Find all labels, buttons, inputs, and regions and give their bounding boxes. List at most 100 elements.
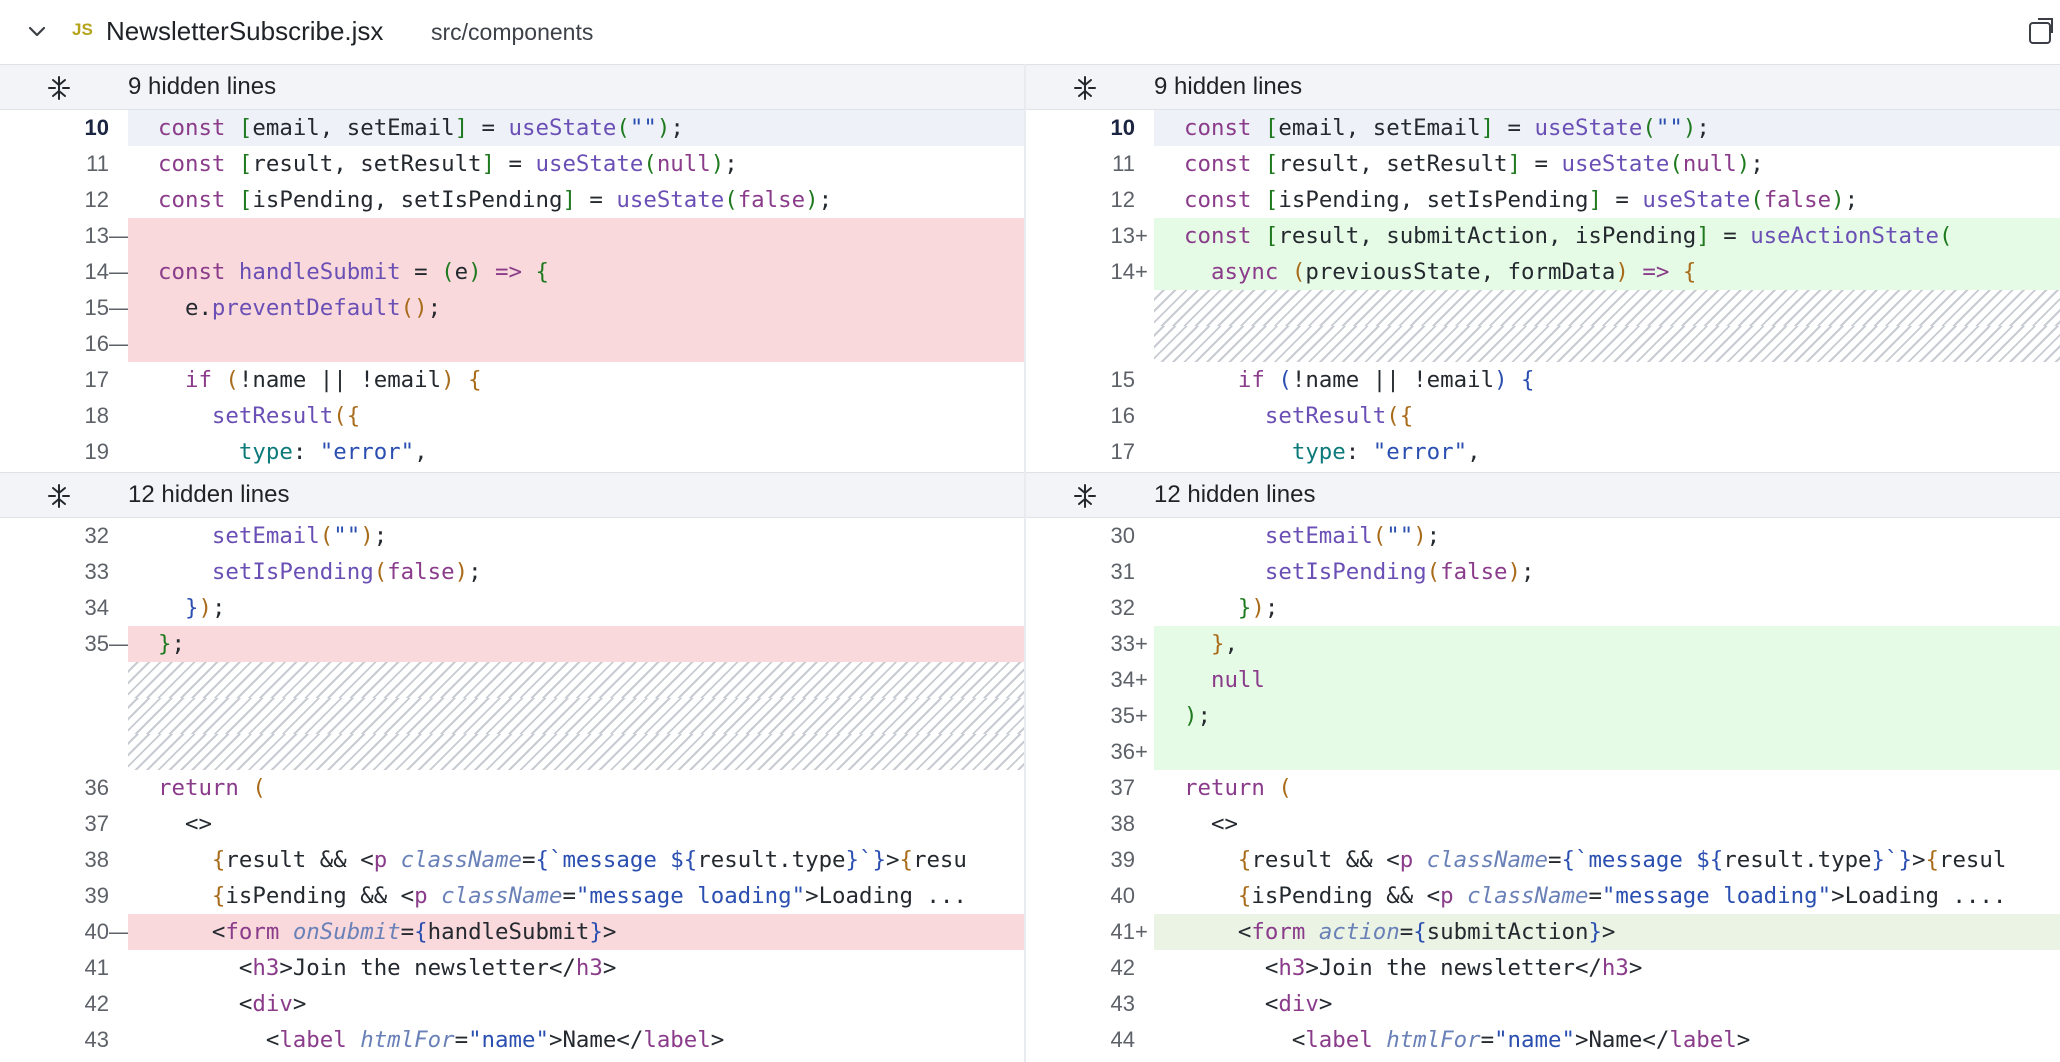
line-gutter[interactable]: 41 + <box>1026 914 1153 950</box>
line-gutter[interactable]: 15 <box>1026 362 1153 398</box>
code-text[interactable]: const [result, submitAction, isPending] … <box>1154 218 2060 254</box>
line-gutter[interactable]: 43 <box>1026 986 1153 1022</box>
hidden-lines-label[interactable]: 9 hidden lines <box>128 65 276 109</box>
hidden-lines-bar[interactable]: 9 hidden lines <box>1026 64 2060 110</box>
diff-pane-original[interactable]: 9 hidden lines 10 const [email, setEmail] … <box>0 64 1026 1062</box>
line-gutter[interactable]: 17 <box>0 362 127 398</box>
empty-filler[interactable] <box>1154 290 2060 326</box>
expand-hidden-lines-icon[interactable] <box>1072 75 1098 101</box>
line-gutter[interactable]: 40— <box>0 914 131 950</box>
line-gutter[interactable]: 32 <box>0 518 127 554</box>
code-text[interactable] <box>128 326 1024 362</box>
hidden-lines-label[interactable]: 12 hidden lines <box>1154 473 1315 517</box>
empty-filler[interactable] <box>1154 326 2060 362</box>
code-text[interactable]: const [isPending, setIsPending] = useSta… <box>128 182 1024 218</box>
expand-hidden-lines-icon[interactable] <box>46 483 72 509</box>
code-text[interactable]: <div> <box>128 986 1024 1022</box>
code-text[interactable]: type: "error", <box>1154 434 2060 470</box>
line-gutter[interactable]: 14— <box>0 254 131 290</box>
code-text[interactable]: if (!name || !email) { <box>128 362 1024 398</box>
line-gutter[interactable]: 39 <box>1026 842 1153 878</box>
line-gutter[interactable]: 34 + <box>1026 662 1153 698</box>
code-text[interactable]: }); <box>1154 590 2060 626</box>
code-text[interactable]: null <box>1154 662 2060 698</box>
code-text[interactable]: }, <box>1154 626 2060 662</box>
code-text[interactable]: {isPending && <p className="message load… <box>128 878 1024 914</box>
line-gutter[interactable]: 33 + <box>1026 626 1153 662</box>
code-text[interactable]: setResult({ <box>128 398 1024 434</box>
code-text[interactable]: <h3>Join the newsletter</h3> <box>1154 950 2060 986</box>
line-gutter[interactable]: 13 + <box>1026 218 1153 254</box>
line-gutter[interactable]: 17 <box>1026 434 1153 470</box>
code-text[interactable]: }; <box>128 626 1024 662</box>
code-text[interactable]: const [result, setResult] = useState(nul… <box>1154 146 2060 182</box>
line-gutter[interactable]: 44 <box>1026 1022 1153 1058</box>
code-text[interactable]: return ( <box>128 770 1024 806</box>
code-text[interactable]: setResult({ <box>1154 398 2060 434</box>
code-text[interactable]: setEmail(""); <box>1154 518 2060 554</box>
line-gutter[interactable] <box>0 698 127 734</box>
line-gutter[interactable] <box>1026 326 1153 362</box>
hidden-lines-label[interactable]: 9 hidden lines <box>1154 65 1302 109</box>
empty-filler[interactable] <box>128 698 1024 734</box>
code-text[interactable]: <> <box>1154 806 2060 842</box>
code-text[interactable]: {result && <p className={`message ${resu… <box>1154 842 2060 878</box>
code-text[interactable]: e.preventDefault(); <box>128 290 1024 326</box>
code-text[interactable]: async (previousState, formData) => { <box>1154 254 2060 290</box>
code-text[interactable]: <form onSubmit={handleSubmit}> <box>128 914 1024 950</box>
empty-filler[interactable] <box>128 662 1024 698</box>
code-text[interactable]: <label htmlFor="name">Name</label> <box>128 1022 1024 1058</box>
line-gutter[interactable]: 39 <box>0 878 127 914</box>
line-gutter[interactable]: 38 <box>1026 806 1153 842</box>
line-gutter[interactable]: 41 <box>0 950 127 986</box>
code-text[interactable]: const [isPending, setIsPending] = useSta… <box>1154 182 2060 218</box>
line-gutter[interactable]: 30 <box>1026 518 1153 554</box>
expand-hidden-lines-icon[interactable] <box>46 75 72 101</box>
line-gutter[interactable]: 38 <box>0 842 127 878</box>
line-gutter[interactable]: 36 <box>0 770 127 806</box>
line-gutter[interactable]: 13— <box>0 218 131 254</box>
code-text[interactable]: type: "error", <box>128 434 1024 470</box>
line-gutter[interactable]: 10 <box>1026 110 1153 146</box>
line-gutter[interactable]: 16 <box>1026 398 1153 434</box>
code-text[interactable]: setIsPending(false); <box>1154 554 2060 590</box>
line-gutter[interactable]: 11 <box>0 146 127 182</box>
line-gutter[interactable]: 34 <box>0 590 127 626</box>
hidden-lines-bar[interactable]: 12 hidden lines <box>1026 472 2060 518</box>
line-gutter[interactable]: 16— <box>0 326 131 362</box>
code-text[interactable]: if (!name || !email) { <box>1154 362 2060 398</box>
line-gutter[interactable] <box>0 734 127 770</box>
code-text[interactable]: {result && <p className={`message ${resu… <box>128 842 1024 878</box>
hidden-lines-bar[interactable]: 9 hidden lines <box>0 64 1024 110</box>
line-gutter[interactable]: 10 <box>0 110 127 146</box>
line-gutter[interactable]: 36 + <box>1026 734 1153 770</box>
line-gutter[interactable]: 12 <box>0 182 127 218</box>
line-gutter[interactable]: 42 <box>0 986 127 1022</box>
empty-filler[interactable] <box>128 734 1024 770</box>
chevron-down-icon[interactable] <box>26 21 48 43</box>
line-gutter[interactable]: 11 <box>1026 146 1153 182</box>
line-gutter[interactable]: 18 <box>0 398 127 434</box>
code-text[interactable]: setIsPending(false); <box>128 554 1024 590</box>
line-gutter[interactable]: 33 <box>0 554 127 590</box>
code-text[interactable] <box>1154 734 2060 770</box>
line-gutter[interactable]: 35— <box>0 626 131 662</box>
code-text[interactable]: <form action={submitAction}> <box>1154 914 2060 950</box>
line-gutter[interactable]: 42 <box>1026 950 1153 986</box>
file-name[interactable]: NewsletterSubscribe.jsx <box>106 16 383 47</box>
line-gutter[interactable]: 14 + <box>1026 254 1153 290</box>
open-file-icon[interactable] <box>2024 17 2056 47</box>
line-gutter[interactable]: 15— <box>0 290 131 326</box>
line-gutter[interactable]: 12 <box>1026 182 1153 218</box>
line-gutter[interactable]: 43 <box>0 1022 127 1058</box>
code-text[interactable]: <div> <box>1154 986 2060 1022</box>
hidden-lines-bar[interactable]: 12 hidden lines <box>0 472 1024 518</box>
line-gutter[interactable]: 32 <box>1026 590 1153 626</box>
code-text[interactable]: <label htmlFor="name">Name</label> <box>1154 1022 2060 1058</box>
expand-hidden-lines-icon[interactable] <box>1072 483 1098 509</box>
code-text[interactable] <box>128 218 1024 254</box>
line-gutter[interactable] <box>1026 290 1153 326</box>
code-text[interactable]: ); <box>1154 698 2060 734</box>
line-gutter[interactable]: 37 <box>0 806 127 842</box>
code-text[interactable]: <> <box>128 806 1024 842</box>
